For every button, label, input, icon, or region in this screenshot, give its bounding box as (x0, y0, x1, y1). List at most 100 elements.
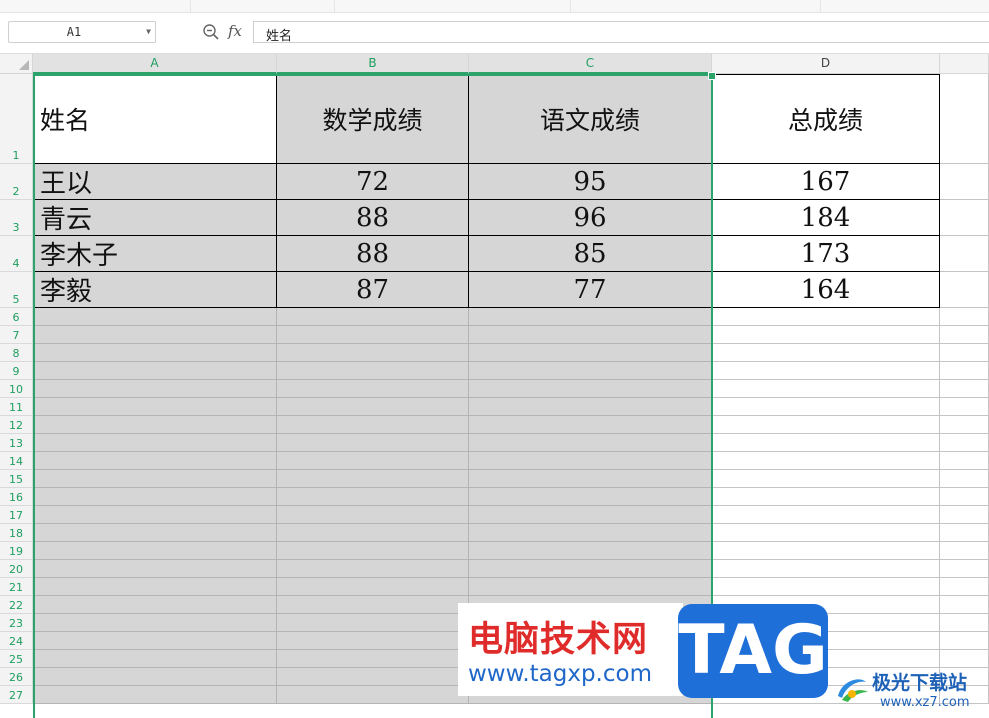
row-header-25[interactable]: 25 (0, 650, 33, 668)
row-header-14[interactable]: 14 (0, 452, 33, 470)
cell-d4[interactable]: 173 (712, 236, 940, 272)
row-header-7[interactable]: 7 (0, 326, 33, 344)
cell-e15[interactable] (940, 470, 989, 488)
cell-a23[interactable] (33, 614, 277, 632)
cell-e23[interactable] (940, 614, 989, 632)
cell-c6[interactable] (469, 308, 712, 326)
cell-a17[interactable] (33, 506, 277, 524)
cell-b11[interactable] (277, 398, 469, 416)
cell-a5[interactable]: 李毅 (33, 272, 277, 308)
cell-e10[interactable] (940, 380, 989, 398)
cell-e16[interactable] (940, 488, 989, 506)
cell-b17[interactable] (277, 506, 469, 524)
cell-a18[interactable] (33, 524, 277, 542)
cell-e24[interactable] (940, 632, 989, 650)
cell-b18[interactable] (277, 524, 469, 542)
column-header-extra[interactable] (940, 54, 989, 74)
cell-d10[interactable] (712, 380, 940, 398)
cell-a26[interactable] (33, 668, 277, 686)
cell-e7[interactable] (940, 326, 989, 344)
cell-b12[interactable] (277, 416, 469, 434)
cell-a1[interactable]: 姓名 (33, 74, 277, 164)
cell-c7[interactable] (469, 326, 712, 344)
cell-b7[interactable] (277, 326, 469, 344)
cell-a3[interactable]: 青云 (33, 200, 277, 236)
cell-a15[interactable] (33, 470, 277, 488)
cell-b21[interactable] (277, 578, 469, 596)
cell-c3[interactable]: 96 (469, 200, 712, 236)
cell-a14[interactable] (33, 452, 277, 470)
cell-a22[interactable] (33, 596, 277, 614)
cell-c11[interactable] (469, 398, 712, 416)
row-header-24[interactable]: 24 (0, 632, 33, 650)
cell-a24[interactable] (33, 632, 277, 650)
cell-b8[interactable] (277, 344, 469, 362)
cell-a4[interactable]: 李木子 (33, 236, 277, 272)
cell-d1[interactable]: 总成绩 (712, 74, 940, 164)
cell-d2[interactable]: 167 (712, 164, 940, 200)
row-header-12[interactable]: 12 (0, 416, 33, 434)
cell-d9[interactable] (712, 362, 940, 380)
cell-a21[interactable] (33, 578, 277, 596)
cell-c1[interactable]: 语文成绩 (469, 74, 712, 164)
cell-b6[interactable] (277, 308, 469, 326)
cell-b24[interactable] (277, 632, 469, 650)
cell-e14[interactable] (940, 452, 989, 470)
cell-b3[interactable]: 88 (277, 200, 469, 236)
dropdown-caret-icon[interactable]: ▼ (146, 27, 151, 36)
row-header-22[interactable]: 22 (0, 596, 33, 614)
cell-e6[interactable] (940, 308, 989, 326)
cell-a8[interactable] (33, 344, 277, 362)
cell-d20[interactable] (712, 560, 940, 578)
cell-e13[interactable] (940, 434, 989, 452)
column-header-d[interactable]: D (712, 54, 940, 74)
cell-e1[interactable] (940, 74, 989, 164)
cell-d13[interactable] (712, 434, 940, 452)
cell-c18[interactable] (469, 524, 712, 542)
fx-icon[interactable]: fx (228, 22, 242, 40)
cell-d11[interactable] (712, 398, 940, 416)
cell-e22[interactable] (940, 596, 989, 614)
cell-b13[interactable] (277, 434, 469, 452)
cell-d14[interactable] (712, 452, 940, 470)
cell-d18[interactable] (712, 524, 940, 542)
cell-c19[interactable] (469, 542, 712, 560)
cell-a6[interactable] (33, 308, 277, 326)
cell-c9[interactable] (469, 362, 712, 380)
row-header-27[interactable]: 27 (0, 686, 33, 704)
cell-b27[interactable] (277, 686, 469, 704)
cell-e19[interactable] (940, 542, 989, 560)
cell-d19[interactable] (712, 542, 940, 560)
cell-c12[interactable] (469, 416, 712, 434)
cell-d5[interactable]: 164 (712, 272, 940, 308)
fill-handle[interactable] (708, 72, 716, 80)
cell-c17[interactable] (469, 506, 712, 524)
cell-b19[interactable] (277, 542, 469, 560)
row-header-13[interactable]: 13 (0, 434, 33, 452)
cell-a9[interactable] (33, 362, 277, 380)
cell-e2[interactable] (940, 164, 989, 200)
cell-c8[interactable] (469, 344, 712, 362)
cell-e5[interactable] (940, 272, 989, 308)
zoom-icon[interactable] (202, 23, 220, 41)
cell-b9[interactable] (277, 362, 469, 380)
row-header-6[interactable]: 6 (0, 308, 33, 326)
cell-b1[interactable]: 数学成绩 (277, 74, 469, 164)
cell-b22[interactable] (277, 596, 469, 614)
cell-e4[interactable] (940, 236, 989, 272)
cell-c13[interactable] (469, 434, 712, 452)
cell-a16[interactable] (33, 488, 277, 506)
cell-b25[interactable] (277, 650, 469, 668)
row-header-2[interactable]: 2 (0, 164, 33, 200)
cell-d16[interactable] (712, 488, 940, 506)
cell-a7[interactable] (33, 326, 277, 344)
cell-c14[interactable] (469, 452, 712, 470)
row-header-1[interactable]: 1 (0, 74, 33, 164)
cell-a12[interactable] (33, 416, 277, 434)
row-header-15[interactable]: 15 (0, 470, 33, 488)
cell-c2[interactable]: 95 (469, 164, 712, 200)
name-box[interactable]: A1 ▼ (8, 21, 156, 43)
cell-e18[interactable] (940, 524, 989, 542)
row-header-10[interactable]: 10 (0, 380, 33, 398)
row-header-21[interactable]: 21 (0, 578, 33, 596)
